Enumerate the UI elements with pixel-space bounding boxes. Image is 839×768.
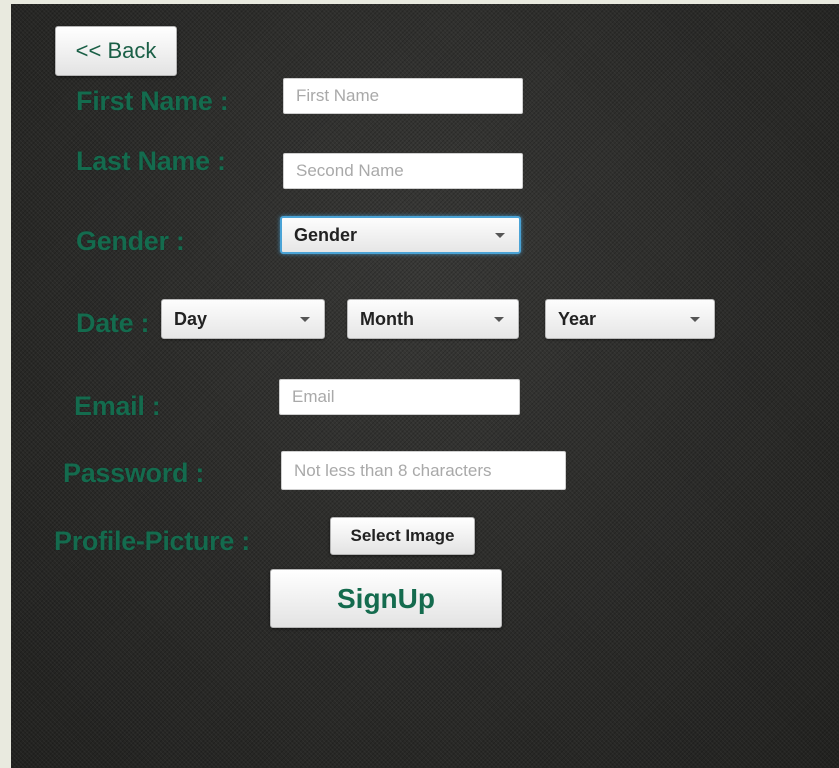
signup-button[interactable]: SignUp — [270, 569, 502, 628]
profile-picture-label: Profile-Picture : — [54, 526, 250, 556]
select-image-button[interactable]: Select Image — [330, 517, 475, 555]
year-select-value: Year — [558, 308, 597, 329]
year-select[interactable]: Year — [545, 299, 715, 339]
gender-select-value: Gender — [294, 224, 358, 245]
chevron-down-icon — [495, 233, 505, 238]
month-select-value: Month — [360, 308, 414, 329]
last-name-input[interactable] — [283, 153, 523, 189]
month-select[interactable]: Month — [347, 299, 519, 339]
gender-select[interactable]: Gender — [280, 216, 521, 254]
password-input[interactable] — [281, 451, 566, 490]
day-select[interactable]: Day — [161, 299, 325, 339]
back-button[interactable]: << Back — [55, 26, 177, 76]
chevron-down-icon — [494, 317, 504, 322]
gender-label: Gender : — [76, 226, 185, 256]
first-name-input[interactable] — [283, 78, 523, 114]
last-name-label: Last Name : — [76, 146, 226, 176]
password-label: Password : — [63, 458, 205, 488]
email-label: Email : — [74, 391, 161, 421]
day-select-value: Day — [174, 308, 208, 329]
chevron-down-icon — [300, 317, 310, 322]
first-name-label: First Name : — [76, 86, 229, 116]
date-label: Date : — [76, 308, 150, 338]
email-input[interactable] — [279, 379, 520, 415]
chevron-down-icon — [690, 317, 700, 322]
